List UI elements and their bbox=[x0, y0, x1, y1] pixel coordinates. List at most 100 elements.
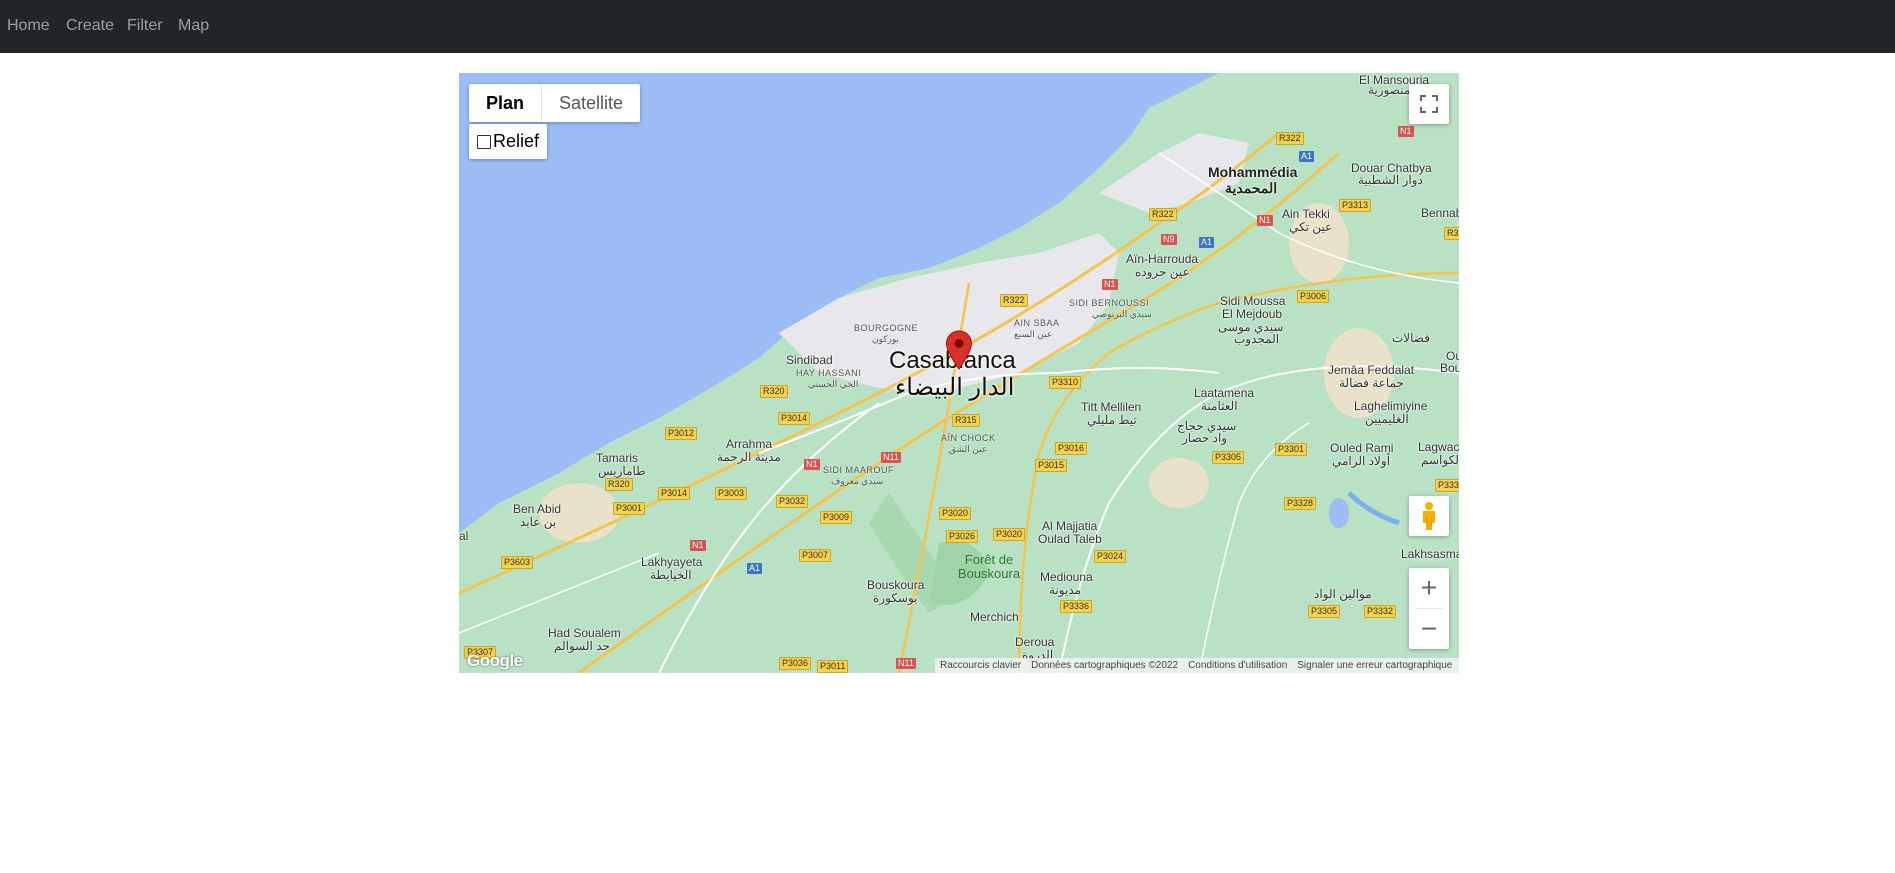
nav-map-link[interactable]: Map bbox=[178, 16, 209, 36]
place-oued-hassar-ar: واد حصار bbox=[1182, 431, 1228, 445]
place-ouled-rami-ar: أولاد الرامي bbox=[1332, 454, 1391, 468]
street-view-pegman-button[interactable] bbox=[1409, 496, 1449, 536]
place-al: al bbox=[459, 529, 469, 543]
road-shield: P3036 bbox=[779, 657, 812, 670]
road-shield: N1 bbox=[804, 459, 820, 470]
place-titt-mellil: Titt Mellilen bbox=[1081, 400, 1142, 414]
nav-home-link[interactable]: Home bbox=[7, 16, 50, 36]
place-lakhsasma: Lakhsasma bbox=[1401, 547, 1459, 561]
road-shield: P3330 bbox=[1435, 479, 1459, 492]
fullscreen-icon bbox=[1420, 95, 1438, 113]
zoom-in-button[interactable]: + bbox=[1409, 568, 1449, 608]
road-shield: N1 bbox=[1398, 126, 1414, 137]
place-had-soualem: Had Soualem bbox=[548, 626, 621, 640]
place-oulad-taleb: Oulad Taleb bbox=[1038, 532, 1102, 546]
place-al-majjatia: Al Majjatia bbox=[1042, 519, 1098, 533]
road-shield: P3328 bbox=[1284, 497, 1317, 510]
map-type-satellite-button[interactable]: Satellite bbox=[541, 84, 640, 122]
relief-toggle[interactable]: Relief bbox=[469, 124, 547, 159]
place-sidi-bernoussi-ar: سيدي البرنوصي bbox=[1092, 309, 1152, 319]
road-shield: P3305 bbox=[1308, 605, 1341, 618]
road-shield: P3603 bbox=[501, 556, 534, 569]
relief-checkbox[interactable] bbox=[477, 134, 491, 149]
place-ain-harrouda-ar: عين حروده bbox=[1135, 265, 1190, 279]
road-shield: R315 bbox=[952, 414, 980, 427]
road-shield: N1 bbox=[690, 540, 706, 551]
road-shield: R322 bbox=[1149, 208, 1177, 221]
road-shield: R320 bbox=[605, 478, 633, 491]
place-bouskoura-ar: بوسكورة bbox=[873, 591, 918, 605]
road-shield: P3012 bbox=[665, 427, 698, 440]
road-shield: P3014 bbox=[658, 487, 691, 500]
terms-link[interactable]: Conditions d'utilisation bbox=[1183, 660, 1292, 671]
road-shield: N9 bbox=[1161, 234, 1177, 245]
place-jemaa-feddalat-ar: جماعة فضالة bbox=[1339, 376, 1404, 390]
zoom-out-button[interactable]: − bbox=[1409, 609, 1449, 649]
place-el-mejdoub: El Mejdoub bbox=[1222, 307, 1283, 321]
place-had-soualem-ar: حد السوالم bbox=[554, 639, 610, 653]
place-ou: Ou bbox=[1446, 349, 1459, 363]
road-shield: N1 bbox=[1257, 215, 1273, 226]
road-shield: N1 bbox=[1102, 279, 1118, 290]
place-hay-hassani-ar: الحي الحسني bbox=[808, 379, 859, 389]
place-bennab: Bennab bbox=[1421, 206, 1459, 220]
place-mohammedia: Mohammédia bbox=[1208, 164, 1298, 180]
road-shield: R320 bbox=[760, 385, 788, 398]
road-shield: R322 bbox=[1000, 294, 1028, 307]
google-logo[interactable]: Google bbox=[467, 651, 523, 671]
place-mohammedia-ar: المحمدية bbox=[1225, 180, 1278, 196]
map-pin-icon[interactable] bbox=[945, 330, 973, 370]
keyboard-shortcuts-link[interactable]: Raccourcis clavier bbox=[935, 660, 1026, 671]
map-data-attribution: Données cartographiques ©2022 bbox=[1031, 660, 1179, 671]
place-tamaris-ar: طاماريس bbox=[598, 464, 646, 478]
place-ain-tekki-ar: عين تكي bbox=[1289, 220, 1333, 234]
road-shield: R31 bbox=[1444, 227, 1459, 240]
place-bouskoura: Bouskoura bbox=[867, 578, 925, 592]
place-el-majdoub-ar: المجدوب bbox=[1234, 332, 1280, 346]
map-attribution-bar: Raccourcis clavier Données cartographiqu… bbox=[935, 658, 1459, 673]
map-type-control: Plan Satellite bbox=[469, 84, 641, 122]
place-sidi-moussa: Sidi Moussa bbox=[1220, 294, 1286, 308]
road-shield: P3014 bbox=[778, 412, 811, 425]
place-ain-sbaa-ar: عين السبع bbox=[1014, 329, 1053, 339]
map-type-plan-button[interactable]: Plan bbox=[469, 84, 541, 122]
road-shield: P3301 bbox=[1275, 443, 1308, 456]
place-foret-bouskoura: Forêt de Bouskoura bbox=[957, 552, 1021, 581]
place-ain-harrouda: Aïn-Harrouda bbox=[1126, 252, 1199, 266]
place-bouje: Bouje bbox=[1440, 361, 1459, 375]
road-shield: P3332 bbox=[1364, 605, 1397, 618]
place-ain-sbaa: AIN SBAA bbox=[1014, 318, 1060, 328]
place-laghlimiyine-ar: الغليميين bbox=[1365, 412, 1409, 426]
place-lagwacem-ar: الكواسم bbox=[1421, 453, 1459, 467]
fullscreen-button[interactable] bbox=[1409, 84, 1449, 124]
place-ain-tekki: Ain Tekki bbox=[1282, 207, 1330, 221]
top-navbar: Home Create Filter Map bbox=[0, 0, 1895, 53]
road-shield: P3015 bbox=[1035, 459, 1068, 472]
place-tamaris: Tamaris bbox=[596, 451, 639, 465]
report-error-link[interactable]: Signaler une erreur cartographique bbox=[1292, 660, 1457, 671]
road-shield: P3032 bbox=[776, 495, 809, 508]
place-bourgogne-ar: بوركون bbox=[872, 334, 900, 344]
place-lagwacem: Lagwacem bbox=[1418, 440, 1459, 454]
place-merchich: Merchich bbox=[970, 610, 1019, 624]
place-sidi-maarouf: SIDI MAAROUF bbox=[823, 465, 895, 475]
place-deroua: Deroua bbox=[1015, 635, 1055, 649]
place-laatamena-ar: العثامنة bbox=[1201, 399, 1238, 413]
nav-filter-link[interactable]: Filter bbox=[127, 16, 163, 36]
nav-create-link[interactable]: Create bbox=[66, 16, 114, 36]
place-douar-chatbya-ar: دوار الشطبية bbox=[1358, 173, 1423, 187]
road-shield: N11 bbox=[896, 658, 916, 669]
place-ben-abid: Ben Abid bbox=[513, 502, 562, 516]
road-shield: P3009 bbox=[820, 511, 853, 524]
place-sidi-maarouf-ar: سيدي معروف bbox=[831, 476, 884, 486]
place-laghlimiyine: Laghelimiyine bbox=[1354, 399, 1428, 413]
relief-label: Relief bbox=[493, 131, 540, 151]
map-container[interactable]: Casablanca الدار البيضاء Mohammédia المح… bbox=[459, 73, 1459, 673]
road-shield: R322 bbox=[1276, 132, 1304, 145]
road-shield: P3016 bbox=[1055, 442, 1088, 455]
road-shield: A1 bbox=[1199, 237, 1215, 248]
road-shield: P3024 bbox=[1094, 550, 1127, 563]
place-ain-chock-ar: عين الشق bbox=[949, 444, 988, 454]
place-lakhyayta: Lakhyayeta bbox=[641, 555, 703, 569]
road-shield: P3006 bbox=[1297, 290, 1330, 303]
